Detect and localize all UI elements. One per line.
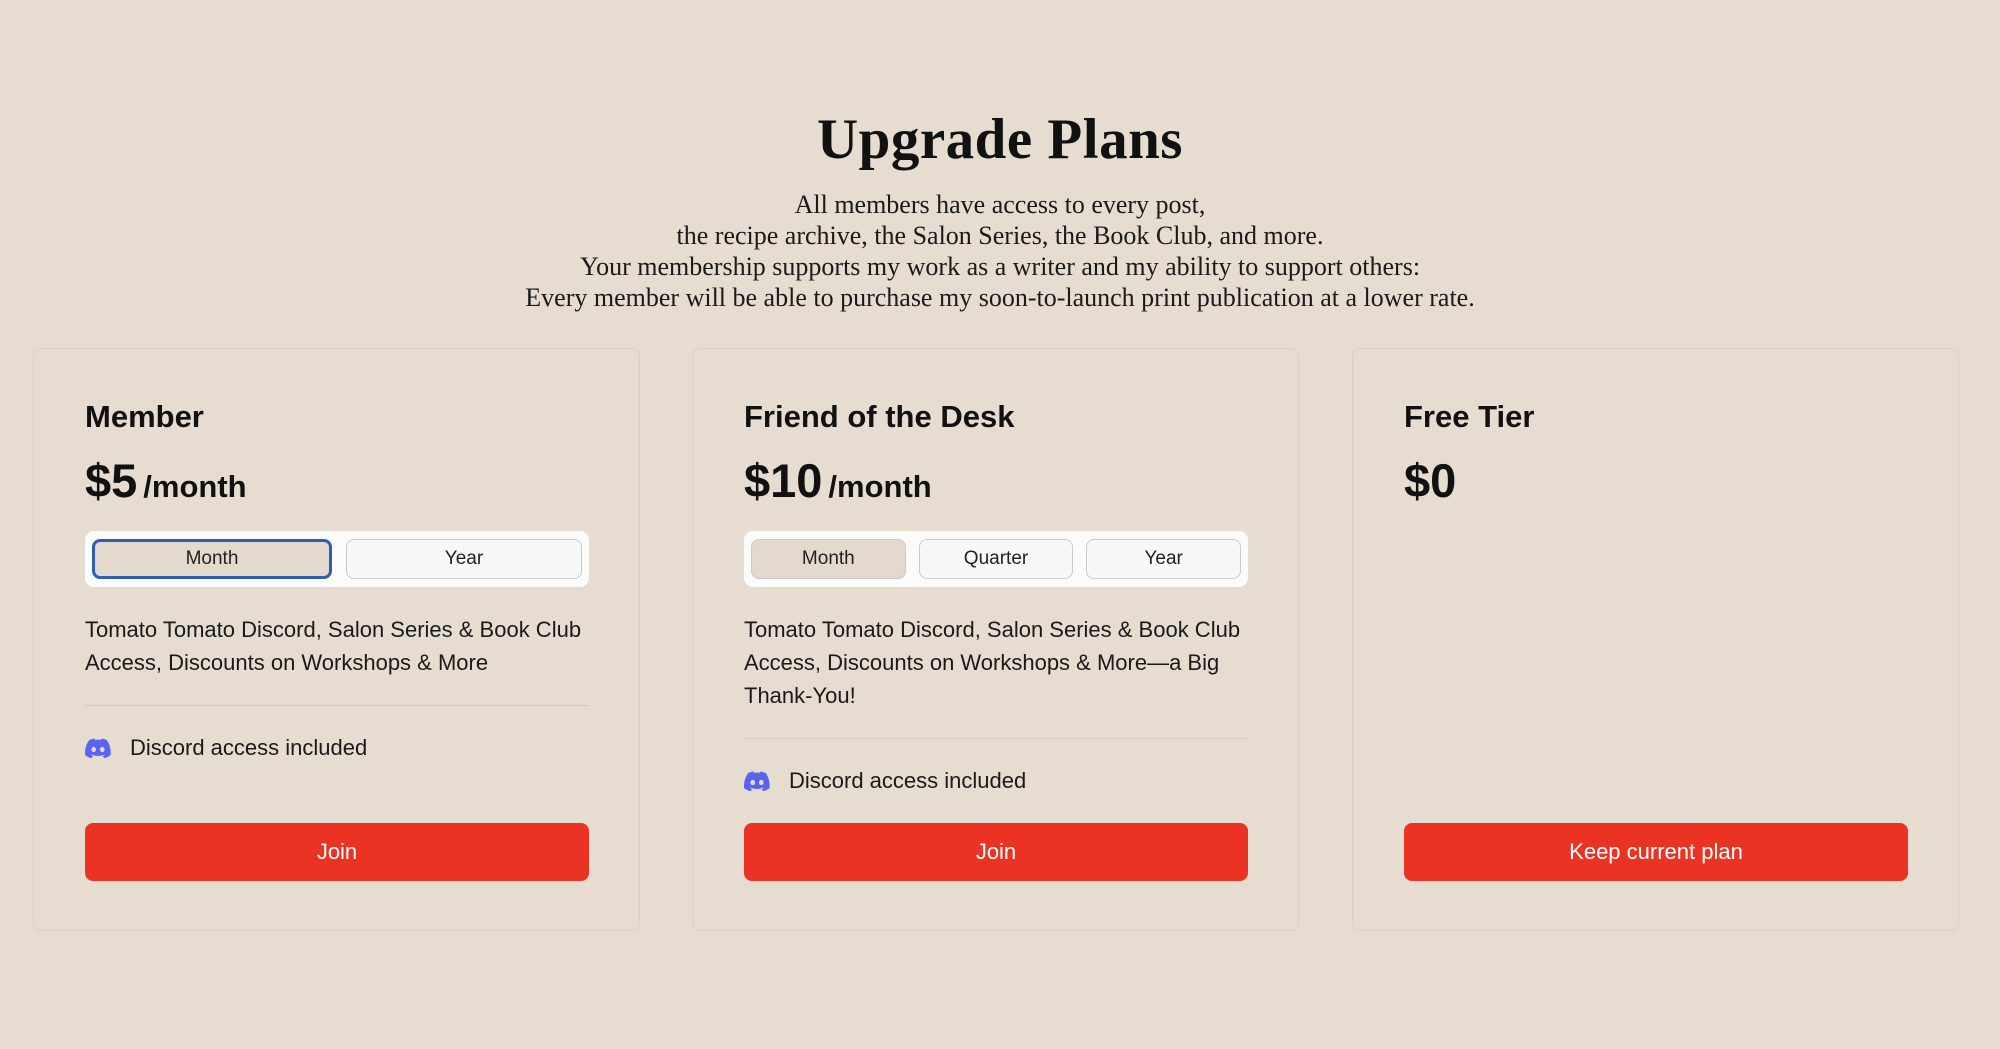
- page-title: Upgrade Plans: [817, 108, 1183, 171]
- divider: [85, 705, 589, 706]
- subtitle-line: Your membership supports my work as a wr…: [579, 252, 1421, 281]
- join-button[interactable]: Join: [85, 823, 589, 881]
- plan-price: $10: [744, 454, 823, 507]
- discord-icon: [744, 771, 770, 791]
- plan-description: Tomato Tomato Discord, Salon Series & Bo…: [744, 617, 1241, 708]
- page-header: Upgrade Plans All members have access to…: [0, 104, 2000, 313]
- divider: [744, 738, 1248, 739]
- plan-name: Friend of the Desk: [744, 399, 1015, 434]
- feature-item: Discord access included: [85, 732, 367, 764]
- price-row: $5/month: [85, 453, 247, 521]
- billing-option-year[interactable]: Year: [346, 539, 582, 579]
- plan-card-member: Member $5/month Month Year Tomato Tomato…: [33, 348, 640, 931]
- billing-option-month[interactable]: Month: [92, 539, 332, 579]
- feature-label: Discord access included: [789, 768, 1027, 793]
- billing-period-toggle: Month Year: [85, 531, 589, 587]
- price-row: $10/month: [744, 453, 932, 521]
- billing-option-quarter[interactable]: Quarter: [918, 539, 1074, 579]
- price-period: /month: [828, 469, 932, 504]
- billing-option-year[interactable]: Year: [1086, 539, 1242, 579]
- plan-card-friend-of-the-desk: Friend of the Desk $10/month Month Quart…: [692, 348, 1299, 931]
- plan-price: $0: [1404, 454, 1457, 507]
- page-subtitle: All members have access to every post, t…: [0, 189, 2000, 313]
- plan-card-free-tier: Free Tier $0 Keep current plan: [1352, 348, 1959, 931]
- feature-label: Discord access included: [130, 735, 368, 760]
- discord-icon: [85, 738, 111, 758]
- plan-name: Member: [85, 399, 204, 434]
- plan-price: $5: [85, 454, 138, 507]
- billing-option-month[interactable]: Month: [751, 539, 906, 579]
- keep-current-plan-button[interactable]: Keep current plan: [1404, 823, 1908, 881]
- join-button[interactable]: Join: [744, 823, 1248, 881]
- billing-period-toggle: Month Quarter Year: [744, 531, 1248, 587]
- subtitle-line: Every member will be able to purchase my…: [525, 283, 1475, 312]
- subtitle-line: the recipe archive, the Salon Series, th…: [676, 221, 1324, 250]
- plan-description: Tomato Tomato Discord, Salon Series & Bo…: [85, 617, 582, 675]
- price-period: /month: [143, 469, 247, 504]
- feature-item: Discord access included: [744, 765, 1026, 797]
- subtitle-line: All members have access to every post,: [794, 190, 1206, 219]
- price-row: $0: [1404, 453, 1456, 521]
- plan-name: Free Tier: [1404, 399, 1535, 434]
